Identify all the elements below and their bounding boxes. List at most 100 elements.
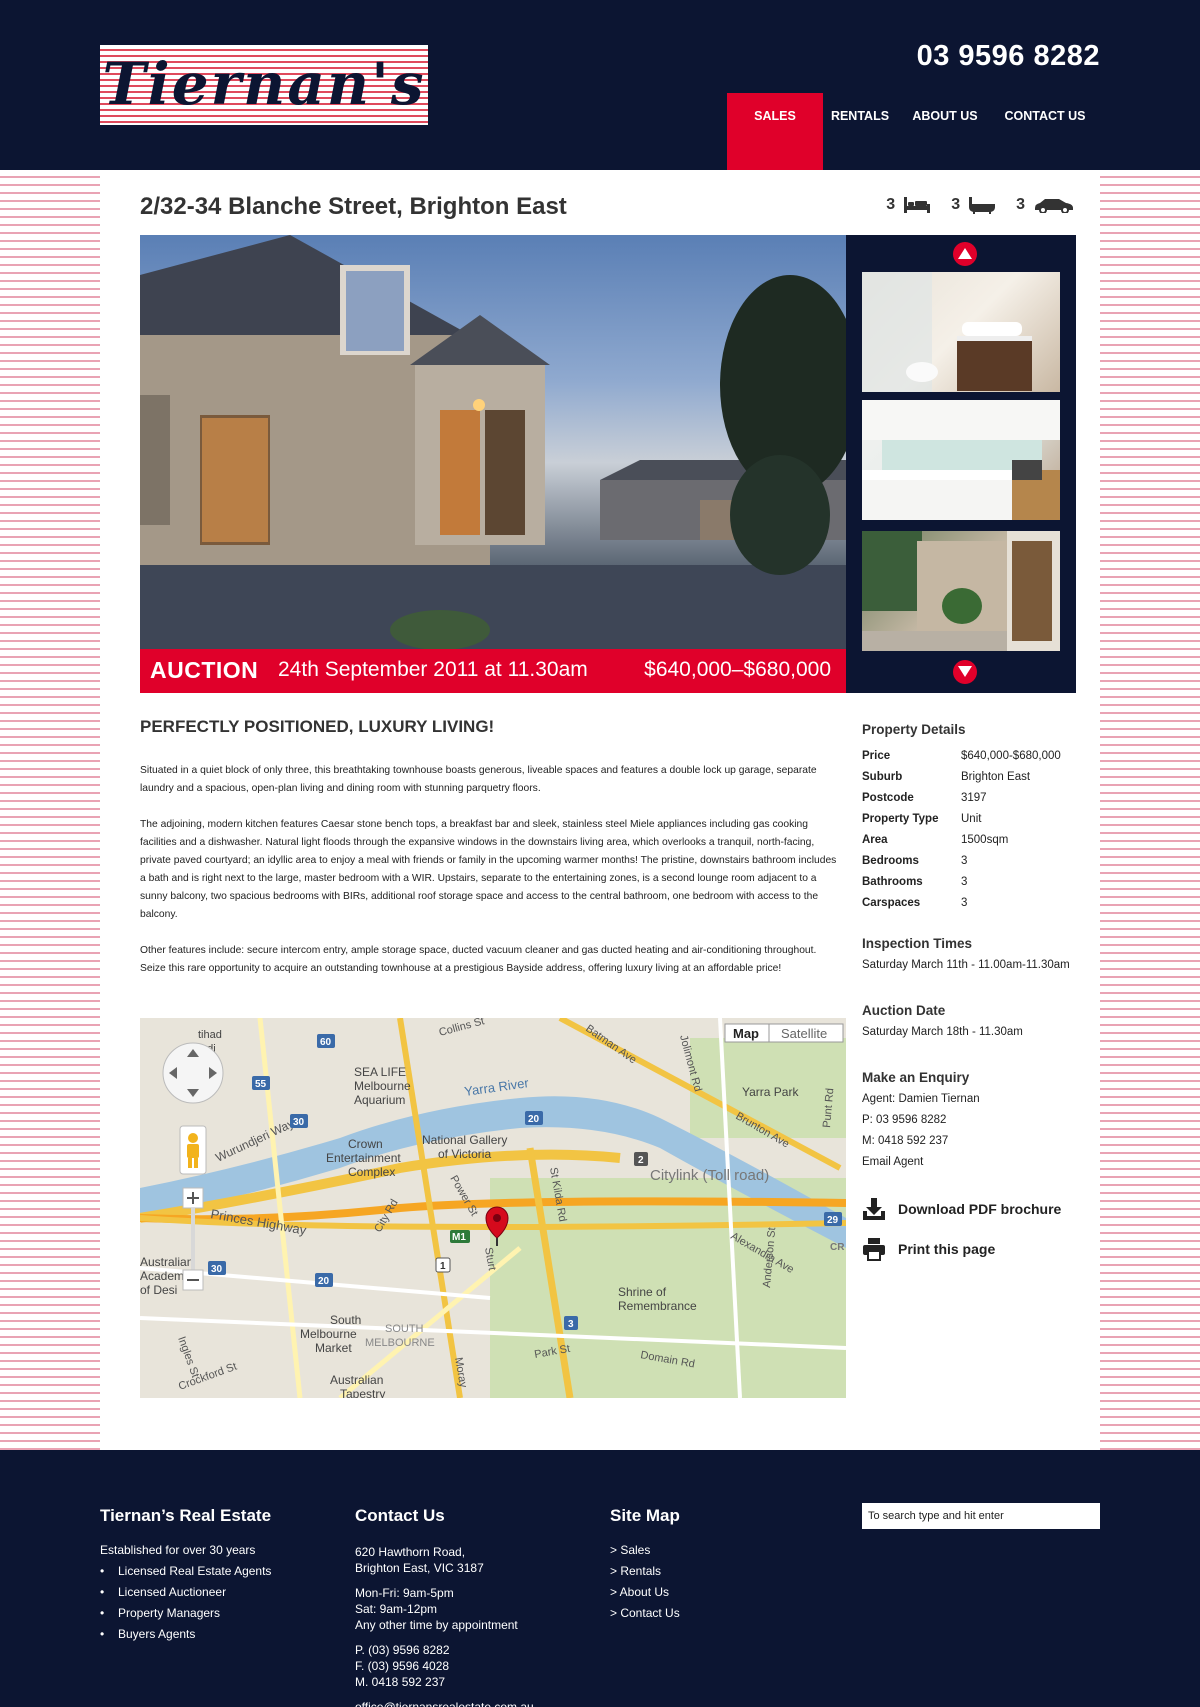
list-item: Buyers Agents [100, 1624, 330, 1645]
detail-value: Brighton East [961, 770, 1031, 783]
hero-property-photo[interactable] [140, 235, 846, 649]
route-badge: 29 [827, 1215, 839, 1226]
footer-about-column: Tiernan’s Real Estate Established for ov… [100, 1506, 330, 1645]
listing-address: 2/32-34 Blanche Street, Brighton East [140, 193, 567, 220]
carspaces-count: 3 [1016, 196, 1025, 213]
zoom-in-icon[interactable] [182, 1187, 204, 1209]
map-label: Yarra Park [742, 1085, 799, 1099]
map-label: Melbourne [300, 1327, 357, 1341]
left-stripe-decoration [0, 170, 100, 1450]
nav-sales[interactable]: SALES [727, 93, 823, 170]
bedrooms-count: 3 [886, 196, 896, 213]
description-paragraph: Other features include: secure intercom … [140, 945, 817, 974]
nav-rentals[interactable]: RENTALS [823, 93, 897, 170]
auction-label: AUCTION [150, 657, 259, 683]
enquiry-agent: Agent: Damien Tiernan [862, 1093, 980, 1105]
footer-sitemap-list: > Sales > Rentals > About Us > Contact U… [610, 1540, 810, 1624]
map-label: Crown [348, 1137, 383, 1151]
bathrooms-count: 3 [951, 196, 961, 213]
map-label: SOUTH [385, 1323, 424, 1335]
map-pan-control[interactable] [162, 1042, 224, 1104]
thumbnail-kitchen[interactable] [862, 400, 1060, 520]
main-nav: SALES RENTALS ABOUT US CONTACT US [727, 93, 1097, 170]
footer-about-heading: Tiernan’s Real Estate [100, 1506, 272, 1525]
car-icon [1035, 199, 1073, 213]
nav-contact-us[interactable]: CONTACT US [993, 93, 1097, 170]
email-agent-link[interactable]: Email Agent [862, 1152, 1092, 1173]
listing-description: Situated in a quiet block of only three,… [140, 762, 840, 996]
detail-row: Postcode 3197 [862, 787, 1092, 808]
detail-row: Price $640,000-$680,000 [862, 745, 1092, 766]
detail-row: Carspaces 3 [862, 892, 1092, 913]
footer-hours-line: Any other time by appointment [355, 1618, 518, 1632]
map-label: of Victoria [438, 1147, 491, 1161]
carousel-up-arrow-icon[interactable] [953, 242, 977, 266]
listing-stats: 3 3 3 [886, 196, 1075, 214]
detail-label: Area [862, 833, 888, 846]
thumbnail-courtyard[interactable] [862, 531, 1060, 651]
detail-row: Area 1500sqm [862, 829, 1092, 850]
sitemap-link-about-us[interactable]: > About Us [610, 1582, 810, 1603]
map-label: Shrine of [618, 1285, 667, 1299]
street-view-pegman-icon[interactable] [179, 1125, 207, 1175]
site-footer: Tiernan’s Real Estate Established for ov… [0, 1450, 1200, 1707]
footer-mobile[interactable]: M. 0418 592 237 [355, 1674, 585, 1690]
map-label: Citylink (Toll road) [650, 1167, 769, 1184]
zoom-out-icon[interactable] [182, 1269, 204, 1291]
zoom-slider-track[interactable] [191, 1208, 195, 1278]
bath-icon [969, 197, 996, 214]
detail-value: 3 [961, 896, 968, 909]
carousel-down-arrow-icon[interactable] [953, 660, 977, 684]
route-badge: M1 [452, 1232, 466, 1243]
detail-value: 1500sqm [961, 833, 1009, 846]
detail-row: Bathrooms 3 [862, 871, 1092, 892]
bathroom-illustration [862, 272, 1032, 392]
footer-sitemap-column: Site Map > Sales > Rentals > About Us > … [610, 1506, 810, 1624]
inspection-time: Saturday March 11th - 11.00am-11.30am [862, 959, 1070, 971]
footer-services-list: Licensed Real Estate Agents Licensed Auc… [100, 1561, 330, 1645]
map-label: SEA LIFE [354, 1065, 406, 1079]
download-brochure-link[interactable]: Download PDF brochure [862, 1197, 1092, 1221]
map-label: Entertainment [326, 1151, 401, 1165]
right-stripe-decoration [1100, 170, 1200, 1450]
route-badge: CR [830, 1242, 845, 1253]
footer-phone[interactable]: P. (03) 9596 8282 [355, 1642, 585, 1658]
map-label: Melbourne [354, 1079, 411, 1093]
footer-search-input[interactable] [862, 1503, 1100, 1529]
sitemap-link-rentals[interactable]: > Rentals [610, 1561, 810, 1582]
detail-label: Carspaces [862, 896, 921, 909]
thumbnail-bathroom[interactable] [862, 272, 1060, 392]
map-label: Tapestry [340, 1387, 385, 1398]
inspection-heading: Inspection Times [862, 936, 973, 951]
footer-established: Established for over 30 years [100, 1543, 256, 1557]
detail-label: Postcode [862, 791, 914, 804]
footer-email[interactable]: office@tiernansrealestate.com.au [355, 1699, 585, 1707]
map-label: Remembrance [618, 1299, 697, 1313]
detail-label: Suburb [862, 770, 903, 783]
detail-row: Bedrooms 3 [862, 850, 1092, 871]
sitemap-link-contact-us[interactable]: > Contact Us [610, 1603, 810, 1624]
map-label: Complex [348, 1165, 395, 1179]
print-page-label: Print this page [898, 1241, 996, 1257]
auction-date-heading: Auction Date [862, 1003, 946, 1018]
logo[interactable]: Tiernan's [100, 45, 428, 125]
map-label: tihad [198, 1029, 222, 1041]
bed-icon [904, 197, 931, 213]
map-label: MELBOURNE [365, 1337, 435, 1349]
sitemap-link-sales[interactable]: > Sales [610, 1540, 810, 1561]
enquiry-mobile[interactable]: M: 0418 592 237 [862, 1131, 1092, 1152]
auction-datetime: 24th September 2011 at 11.30am [278, 658, 588, 681]
download-icon [863, 1198, 885, 1220]
print-page-link[interactable]: Print this page [862, 1237, 1092, 1261]
description-paragraph: Situated in a quiet block of only three,… [140, 765, 817, 794]
header-phone[interactable]: 03 9596 8282 [917, 40, 1100, 73]
nav-about-us[interactable]: ABOUT US [897, 93, 993, 170]
map-label: of Desi [140, 1283, 177, 1297]
footer-sitemap-heading: Site Map [610, 1506, 680, 1525]
route-badge: 60 [320, 1037, 332, 1048]
list-item: Licensed Auctioneer [100, 1582, 330, 1603]
footer-hours-line: Mon-Fri: 9am-5pm [355, 1586, 454, 1600]
enquiry-phone[interactable]: P: 03 9596 8282 [862, 1110, 1092, 1131]
location-map[interactable]: Collins St SEA LIFE Melbourne Aquarium Y… [140, 1018, 846, 1398]
route-badge: 1 [440, 1261, 446, 1272]
